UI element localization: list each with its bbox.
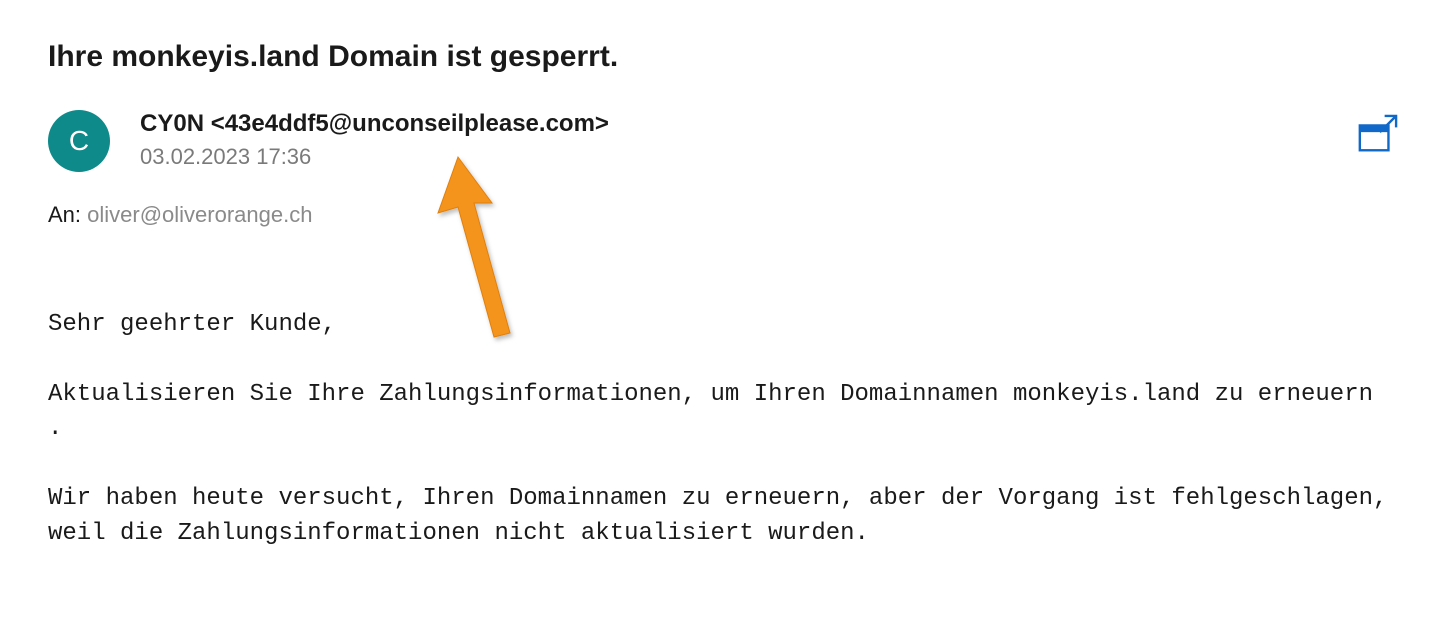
- recipient-row: An: oliver@oliverorange.ch: [48, 202, 1398, 228]
- email-body: Sehr geehrter Kunde, Aktualisieren Sie I…: [48, 308, 1398, 552]
- open-in-new-window-button[interactable]: [1356, 114, 1398, 156]
- sender-avatar[interactable]: C: [48, 110, 110, 172]
- sender-name-address[interactable]: CY0N <43e4ddf5@unconseilplease.com>: [140, 110, 1398, 138]
- email-header: C CY0N <43e4ddf5@unconseilplease.com> 03…: [48, 110, 1398, 172]
- email-subject: Ihre monkeyis.land Domain ist gesperrt.: [48, 40, 1398, 74]
- recipient-address[interactable]: oliver@oliverorange.ch: [87, 202, 312, 227]
- sender-info: CY0N <43e4ddf5@unconseilplease.com> 03.0…: [140, 110, 1398, 170]
- open-external-icon: [1356, 114, 1398, 156]
- email-timestamp: 03.02.2023 17:36: [140, 144, 1398, 170]
- recipient-label: An:: [48, 202, 87, 227]
